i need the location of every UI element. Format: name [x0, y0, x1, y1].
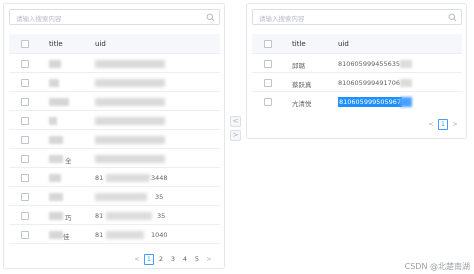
right-title-column-header: title — [292, 40, 306, 48]
transfer-to-left-button[interactable]: < — [230, 116, 241, 127]
row-title: 亢清悦 — [292, 100, 312, 108]
redacted-title — [49, 231, 63, 239]
redacted-title — [49, 136, 63, 144]
row-checkbox[interactable] — [264, 98, 272, 106]
redacted-uid-tail — [400, 97, 412, 107]
row-title: 蔡跃真 — [292, 81, 312, 89]
search-icon[interactable] — [206, 13, 215, 22]
row-checkbox[interactable] — [21, 212, 29, 220]
table-row[interactable]: 35 — [9, 188, 220, 206]
table-row[interactable] — [9, 112, 220, 130]
left-page-1-button[interactable]: 1 — [144, 253, 154, 265]
right-prev-page-button[interactable]: < — [426, 119, 436, 130]
left-page-3-button[interactable]: 3 — [168, 254, 178, 265]
left-table-header: title uid — [9, 34, 220, 54]
row-checkbox[interactable] — [264, 79, 272, 87]
right-next-page-button[interactable]: > — [450, 119, 460, 130]
table-row[interactable]: 邱璐 810605999455635 — [252, 55, 462, 73]
redacted-uid — [106, 231, 144, 239]
right-page-1-button[interactable]: 1 — [438, 118, 448, 130]
left-pagination: <1 2 3 4 5 > — [132, 253, 216, 265]
table-row[interactable] — [9, 74, 220, 92]
row-uid-selected-text: 810605999505967 — [338, 97, 403, 107]
table-row[interactable] — [9, 93, 220, 111]
left-page-4-button[interactable]: 4 — [180, 254, 190, 265]
redacted-title — [49, 174, 61, 182]
row-uid: 81 — [95, 231, 104, 239]
left-select-all-checkbox[interactable] — [21, 40, 29, 48]
right-search-placeholder: 请输入搜索内容 — [259, 15, 305, 23]
row-uid: 81 — [95, 174, 104, 182]
redacted-uid-tail — [400, 60, 412, 68]
transfer-to-right-button[interactable]: > — [230, 130, 241, 141]
table-row[interactable]: 全 — [9, 150, 220, 168]
redacted-uid — [95, 60, 165, 68]
left-next-page-button[interactable]: > — [204, 254, 214, 265]
target-panel: 请输入搜索内容 title uid 邱璐 810605999455635 蔡跃真… — [246, 3, 467, 139]
redacted-title — [49, 193, 63, 201]
redacted-uid — [95, 117, 165, 125]
redacted-uid — [95, 79, 165, 87]
redacted-title — [49, 212, 63, 220]
row-uid: 810605999455635 — [338, 60, 401, 68]
row-checkbox[interactable] — [21, 174, 29, 182]
row-uid-tail: 3448 — [151, 174, 168, 182]
right-select-all-checkbox[interactable] — [264, 40, 272, 48]
redacted-uid — [106, 212, 152, 220]
row-checkbox[interactable] — [21, 231, 29, 239]
table-row[interactable]: 81 3448 — [9, 169, 220, 187]
left-search-placeholder: 请输入搜索内容 — [16, 15, 62, 23]
row-checkbox[interactable] — [21, 117, 29, 125]
redacted-uid — [95, 136, 165, 144]
table-row[interactable]: 蔡跃真 810605999491706 — [252, 74, 462, 92]
redacted-title — [49, 60, 61, 68]
row-checkbox[interactable] — [21, 60, 29, 68]
table-row[interactable]: 佳 81 1040 — [9, 226, 220, 244]
table-row[interactable]: 巧 81 35 — [9, 207, 220, 225]
table-row[interactable] — [9, 55, 220, 73]
row-title: 佳 — [63, 233, 70, 241]
row-uid-tail: 35 — [157, 212, 166, 220]
left-uid-column-header: uid — [95, 40, 106, 48]
row-checkbox[interactable] — [21, 79, 29, 87]
redacted-title — [49, 79, 59, 87]
row-checkbox[interactable] — [21, 98, 29, 106]
search-icon[interactable] — [448, 13, 457, 22]
row-uid-tail: 35 — [155, 193, 164, 201]
redacted-uid — [106, 174, 150, 182]
row-checkbox[interactable] — [264, 60, 272, 68]
left-title-column-header: title — [49, 40, 63, 48]
right-search-input[interactable]: 请输入搜索内容 — [252, 9, 462, 25]
table-row[interactable] — [9, 131, 220, 149]
row-title: 全 — [65, 157, 72, 165]
redacted-uid-tail — [400, 79, 412, 87]
row-title: 邱璐 — [292, 62, 305, 70]
left-search-input[interactable]: 请输入搜索内容 — [9, 9, 220, 25]
row-uid-tail: 1040 — [151, 231, 168, 239]
right-table-header: title uid — [252, 34, 462, 54]
left-prev-page-button[interactable]: < — [132, 254, 142, 265]
right-uid-column-header: uid — [338, 40, 349, 48]
row-checkbox[interactable] — [21, 155, 29, 163]
row-checkbox[interactable] — [21, 193, 29, 201]
row-uid: 810605999491706 — [338, 79, 401, 87]
redacted-uid — [95, 155, 165, 163]
redacted-title — [49, 98, 69, 106]
source-panel: 请输入搜索内容 title uid 全 81 3448 35 巧 81 35 佳… — [3, 3, 225, 269]
left-page-2-button[interactable]: 2 — [156, 254, 166, 265]
redacted-title — [49, 117, 57, 125]
row-checkbox[interactable] — [21, 136, 29, 144]
watermark: CSDN @北楚南湖 — [404, 262, 470, 271]
row-uid: 81 — [95, 212, 104, 220]
table-row[interactable]: 亢清悦 810605999505967 — [252, 93, 462, 111]
left-page-5-button[interactable]: 5 — [192, 254, 202, 265]
redacted-title — [49, 155, 63, 163]
row-title: 巧 — [65, 214, 72, 222]
redacted-uid — [95, 193, 147, 201]
redacted-uid — [95, 98, 165, 106]
right-pagination: <1 > — [426, 118, 462, 130]
